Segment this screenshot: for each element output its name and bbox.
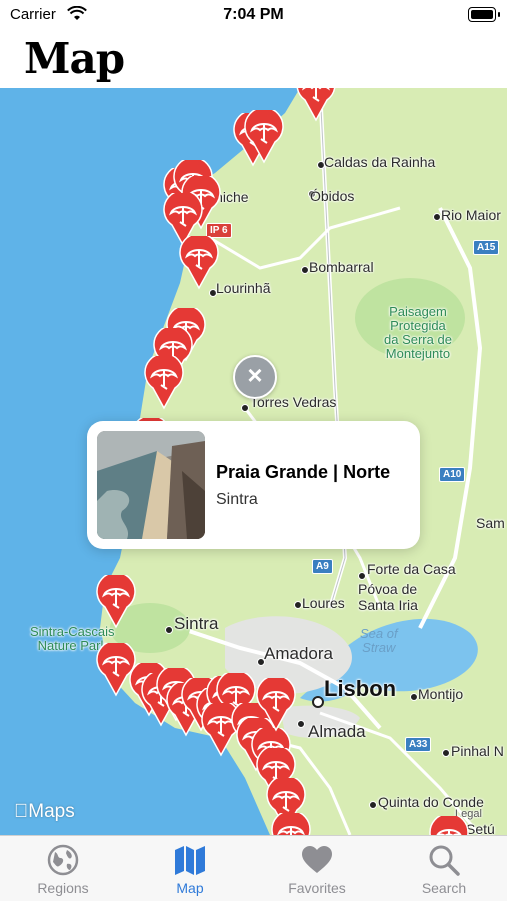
status-bar: Carrier 7:04 PM	[0, 0, 507, 32]
beach-pin[interactable]	[243, 106, 285, 164]
city-dot	[410, 693, 418, 701]
map-label-rio-maior: Rio Maior	[441, 207, 501, 223]
city-dot	[442, 749, 450, 757]
map-label-bombarral: Bombarral	[309, 259, 374, 275]
tab-regions[interactable]: Regions	[0, 844, 126, 896]
page-title: Map	[24, 34, 125, 83]
beach-umbrella-icon	[256, 674, 296, 732]
map-label-montijo: Montijo	[418, 686, 464, 702]
beach-photo	[97, 431, 205, 539]
tab-bar: Regions Map Favorites Search	[0, 835, 507, 901]
tab-label: Search	[421, 880, 467, 896]
map-label-lisbon: Lisbon	[324, 676, 397, 701]
beach-pin[interactable]	[295, 88, 337, 122]
city-dot	[165, 626, 173, 634]
clock: 7:04 PM	[223, 6, 284, 23]
tab-map[interactable]: Map	[127, 844, 253, 896]
city-dot-lisbon	[312, 696, 324, 708]
beach-umbrella-icon	[144, 352, 184, 410]
beach-pin[interactable]	[143, 352, 185, 410]
tab-label: Regions	[37, 880, 89, 896]
tab-label: Favorites	[288, 880, 346, 896]
map-icon	[175, 846, 205, 875]
city-dot	[297, 720, 305, 728]
map-label-pinhal: Pinhal N	[451, 743, 504, 759]
city-dot	[241, 404, 249, 412]
map-label-povoa: Póvoa de Santa Iria	[358, 581, 418, 613]
beach-pin[interactable]	[428, 812, 470, 835]
beach-umbrella-icon	[429, 812, 469, 835]
tab-label: Map	[176, 880, 204, 896]
road-shield-a33: A33	[405, 737, 432, 752]
beach-pin[interactable]	[178, 232, 220, 290]
battery-tip	[498, 12, 500, 17]
apple-logo-icon: 	[14, 801, 28, 822]
city-dot	[369, 801, 377, 809]
apple-maps-logo: Maps	[14, 801, 75, 823]
map-label-amadora: Amadora	[264, 644, 333, 663]
road-shield-a15: A15	[473, 240, 500, 255]
map-label-lourinha: Lourinhã	[216, 280, 271, 296]
map-label-sea-of-straw: Sea of Straw	[360, 626, 398, 655]
battery-icon	[468, 7, 496, 22]
city-dot	[301, 266, 309, 274]
close-icon: ×	[247, 360, 263, 390]
nav-header: Map	[0, 32, 507, 88]
map-label-paisagem: Paisagem Protegida da Serra de Montejunt…	[384, 304, 452, 361]
beach-pin[interactable]	[255, 674, 297, 732]
map-label-sam: Sam	[476, 515, 505, 531]
beach-umbrella-icon	[179, 232, 219, 290]
beach-name: Praia Grande | Norte	[216, 462, 391, 482]
beach-umbrella-icon	[271, 809, 311, 835]
beach-umbrella-icon	[296, 88, 336, 122]
beach-umbrella-icon	[244, 106, 284, 164]
road-shield-a9: A9	[312, 559, 333, 574]
globe-icon	[47, 844, 79, 876]
map-label-sintra: Sintra	[174, 614, 219, 633]
beach-pin[interactable]	[270, 809, 312, 835]
beach-region: Sintra	[216, 491, 258, 508]
map-view[interactable]: Caldas da Rainha Óbidos Peniche Rio Maio…	[0, 88, 507, 835]
beach-pin[interactable]	[95, 571, 137, 629]
road-shield-a10: A10	[439, 467, 466, 482]
map-label-forte-da-casa: Forte da Casa	[367, 561, 456, 577]
map-label-loures: Loures	[302, 595, 345, 611]
magnifier-icon	[429, 845, 460, 876]
map-label-almada: Almada	[308, 722, 366, 741]
tab-search[interactable]: Search	[381, 844, 507, 896]
heart-icon	[302, 846, 332, 873]
maps-brand-label: Maps	[14, 801, 74, 822]
map-label-caldas: Caldas da Rainha	[324, 154, 436, 170]
beach-umbrella-icon	[96, 571, 136, 629]
tab-favorites[interactable]: Favorites	[254, 844, 380, 896]
city-dot	[358, 572, 366, 580]
city-dot	[294, 601, 302, 609]
map-label-setubal: Setú	[466, 821, 495, 835]
beach-callout-card[interactable]: Praia Grande | Norte Sintra	[87, 421, 420, 549]
map-label-obidos: Óbidos	[310, 188, 355, 204]
close-callout-button[interactable]: ×	[233, 355, 277, 399]
city-dot	[433, 213, 441, 221]
